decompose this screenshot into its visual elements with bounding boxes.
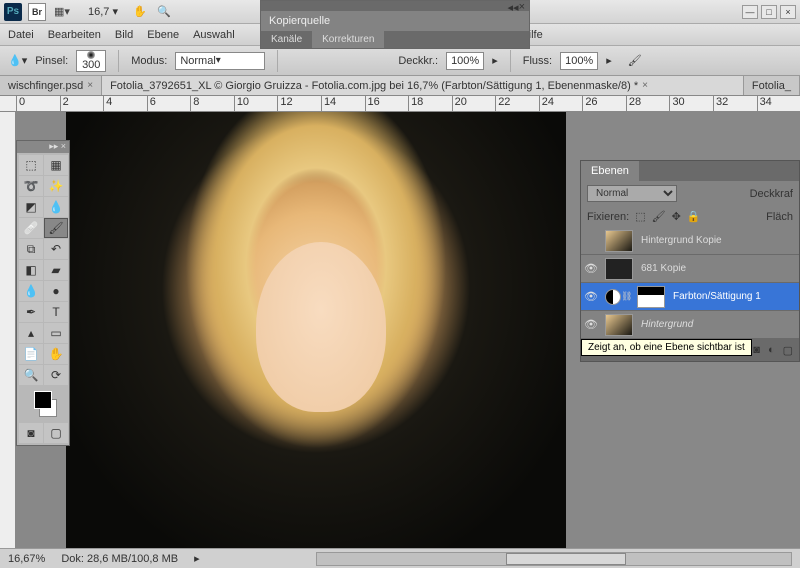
lock-pixels-icon[interactable]: 🖌 [652,210,666,223]
lock-transparency-icon[interactable]: ⬚ [635,210,645,223]
screen-mode-toggle[interactable]: ▢ [44,423,68,443]
hand-tool-icon[interactable]: ✋ [130,3,150,21]
zoom-tool[interactable]: 🔍 [19,365,43,385]
stamp-tool[interactable]: ⧉ [19,239,43,259]
notes-tool[interactable]: 📄 [19,344,43,364]
close-button[interactable]: × [780,5,796,19]
path-select-tool[interactable]: ▴ [19,323,43,343]
menu-select[interactable]: Auswahl [193,29,235,41]
marquee-tool[interactable]: ▦ [44,155,68,175]
layer-row[interactable]: 👁 Hintergrund [581,311,799,339]
color-swatches[interactable] [17,387,69,421]
toolbox-header[interactable]: ▸▸ × [17,141,69,153]
layer-thumbnail[interactable] [605,314,633,336]
opacity-label: Deckkr.: [398,55,438,67]
menu-help[interactable]: ilfe [529,29,543,41]
layer-row[interactable]: Hintergrund Kopie [581,227,799,255]
link-icon: ⛓ [621,291,633,302]
lasso-tool[interactable]: ➰ [19,176,43,196]
visibility-toggle[interactable]: 👁 [581,318,601,331]
layer-row[interactable]: 👁 ⛓ Farbton/Sättigung 1 [581,283,799,311]
layer-thumbnail[interactable] [605,230,633,252]
magic-wand-tool[interactable]: ✨ [44,176,68,196]
visibility-toggle[interactable]: 👁 [581,290,601,303]
panel-title: Kopierquelle [261,11,529,31]
horizontal-scrollbar[interactable] [316,552,792,566]
adjustment-icon[interactable] [605,289,621,305]
rotate-view-tool[interactable]: ⟳ [44,365,68,385]
eraser-tool[interactable]: ◧ [19,260,43,280]
flow-label: Fluss: [523,55,552,67]
brush-label: Pinsel: [35,55,68,67]
opacity-label: Deckkraf [750,188,793,200]
doc-tab[interactable]: Fotolia_ [744,76,800,95]
opacity-input[interactable]: 100% [446,52,484,70]
lock-all-icon[interactable]: 🔒 [687,210,701,223]
mode-label: Modus: [131,55,167,67]
status-bar: 16,67% Dok: 28,6 MB/100,8 MB ▸ [0,548,800,568]
layer-thumbnail[interactable] [605,258,633,280]
tooltip: Zeigt an, ob eine Ebene sichtbar ist [581,339,752,356]
collapse-icon[interactable]: ◂◂ [508,1,519,11]
blend-mode-select[interactable]: Normal [587,185,677,202]
bridge-icon[interactable]: Br [28,3,46,21]
blend-mode-select[interactable]: Normal ▾ [175,52,265,70]
zoom-tool-icon[interactable]: 🔍 [154,3,174,21]
healing-brush-tool[interactable]: 🩹 [19,218,43,238]
gradient-tool[interactable]: ▰ [44,260,68,280]
toolbox: ▸▸ × ⬚▦ ➰✨ ◩💧 🩹🖌 ⧉↶ ◧▰ 💧● ✒T ▴▭ 📄✋ 🔍⟳ ◙▢ [16,140,70,446]
crop-tool[interactable]: ◩ [19,197,43,217]
brush-tool[interactable]: 🖌 [44,218,68,238]
zoom-level[interactable]: 16,7 ▾ [88,5,118,18]
doc-tab[interactable]: wischfinger.psd× [0,76,102,95]
blur-tool[interactable]: 💧 [19,281,43,301]
horizontal-ruler: 0246810121416182022242628303234 [0,96,800,112]
close-icon[interactable]: × [87,80,93,91]
eyedropper-tool[interactable]: 💧 [44,197,68,217]
type-tool[interactable]: T [44,302,68,322]
maximize-button[interactable]: □ [761,5,777,19]
brush-preset-picker[interactable]: 300 [76,50,106,72]
foreground-color[interactable] [34,391,52,409]
scrollbar-thumb[interactable] [506,553,626,565]
status-flyout-icon[interactable]: ▸ [194,552,200,565]
shape-tool[interactable]: ▭ [44,323,68,343]
visibility-toggle[interactable]: 👁 [581,262,601,275]
document-image [66,112,566,552]
panel-header[interactable]: ◂◂ × [261,1,529,11]
vertical-ruler [0,112,16,568]
minimize-button[interactable]: — [742,5,758,19]
menu-edit[interactable]: Bearbeiten [48,29,101,41]
fill-label: Fläch [766,211,793,223]
tab-layers[interactable]: Ebenen [581,161,639,181]
close-icon[interactable]: × [519,1,525,11]
quickmask-toggle[interactable]: ◙ [19,423,43,443]
layer-mask-icon[interactable]: ◙ [753,344,760,356]
layers-panel: Ebenen Normal Deckkraf Fixieren: ⬚ 🖌 ✥ 🔒… [580,160,800,362]
pen-tool[interactable]: ✒ [19,302,43,322]
clone-source-panel[interactable]: ◂◂ × Kopierquelle Kanäle Korrekturen [260,0,530,49]
layer-list: Hintergrund Kopie 👁 681 Kopie 👁 ⛓ Farbto… [581,227,799,339]
lock-position-icon[interactable]: ✥ [672,210,681,223]
zoom-percentage[interactable]: 16,67% [8,553,45,565]
dodge-tool[interactable]: ● [44,281,68,301]
photoshop-logo-icon[interactable]: Ps [4,3,22,21]
tab-channels[interactable]: Kanäle [261,31,312,48]
smudge-tool-icon[interactable]: 💧▾ [8,54,27,67]
adjustment-layer-icon[interactable]: ◐ [768,344,775,356]
menu-file[interactable]: Datei [8,29,34,41]
history-brush-tool[interactable]: ↶ [44,239,68,259]
opacity-flyout-icon[interactable]: ▸ [492,54,498,67]
move-tool[interactable]: ⬚ [19,155,43,175]
document-size[interactable]: Dok: 28,6 MB/100,8 MB [61,553,178,565]
hand-tool[interactable]: ✋ [44,344,68,364]
layer-row[interactable]: 👁 681 Kopie [581,255,799,283]
menu-layer[interactable]: Ebene [147,29,179,41]
group-icon[interactable]: ▢ [783,344,793,357]
view-extras-icon[interactable]: ▦▾ [52,3,72,21]
lock-label: Fixieren: [587,211,629,223]
mask-thumbnail[interactable] [637,286,665,308]
menu-image[interactable]: Bild [115,29,133,41]
tab-adjustments[interactable]: Korrekturen [312,31,384,48]
